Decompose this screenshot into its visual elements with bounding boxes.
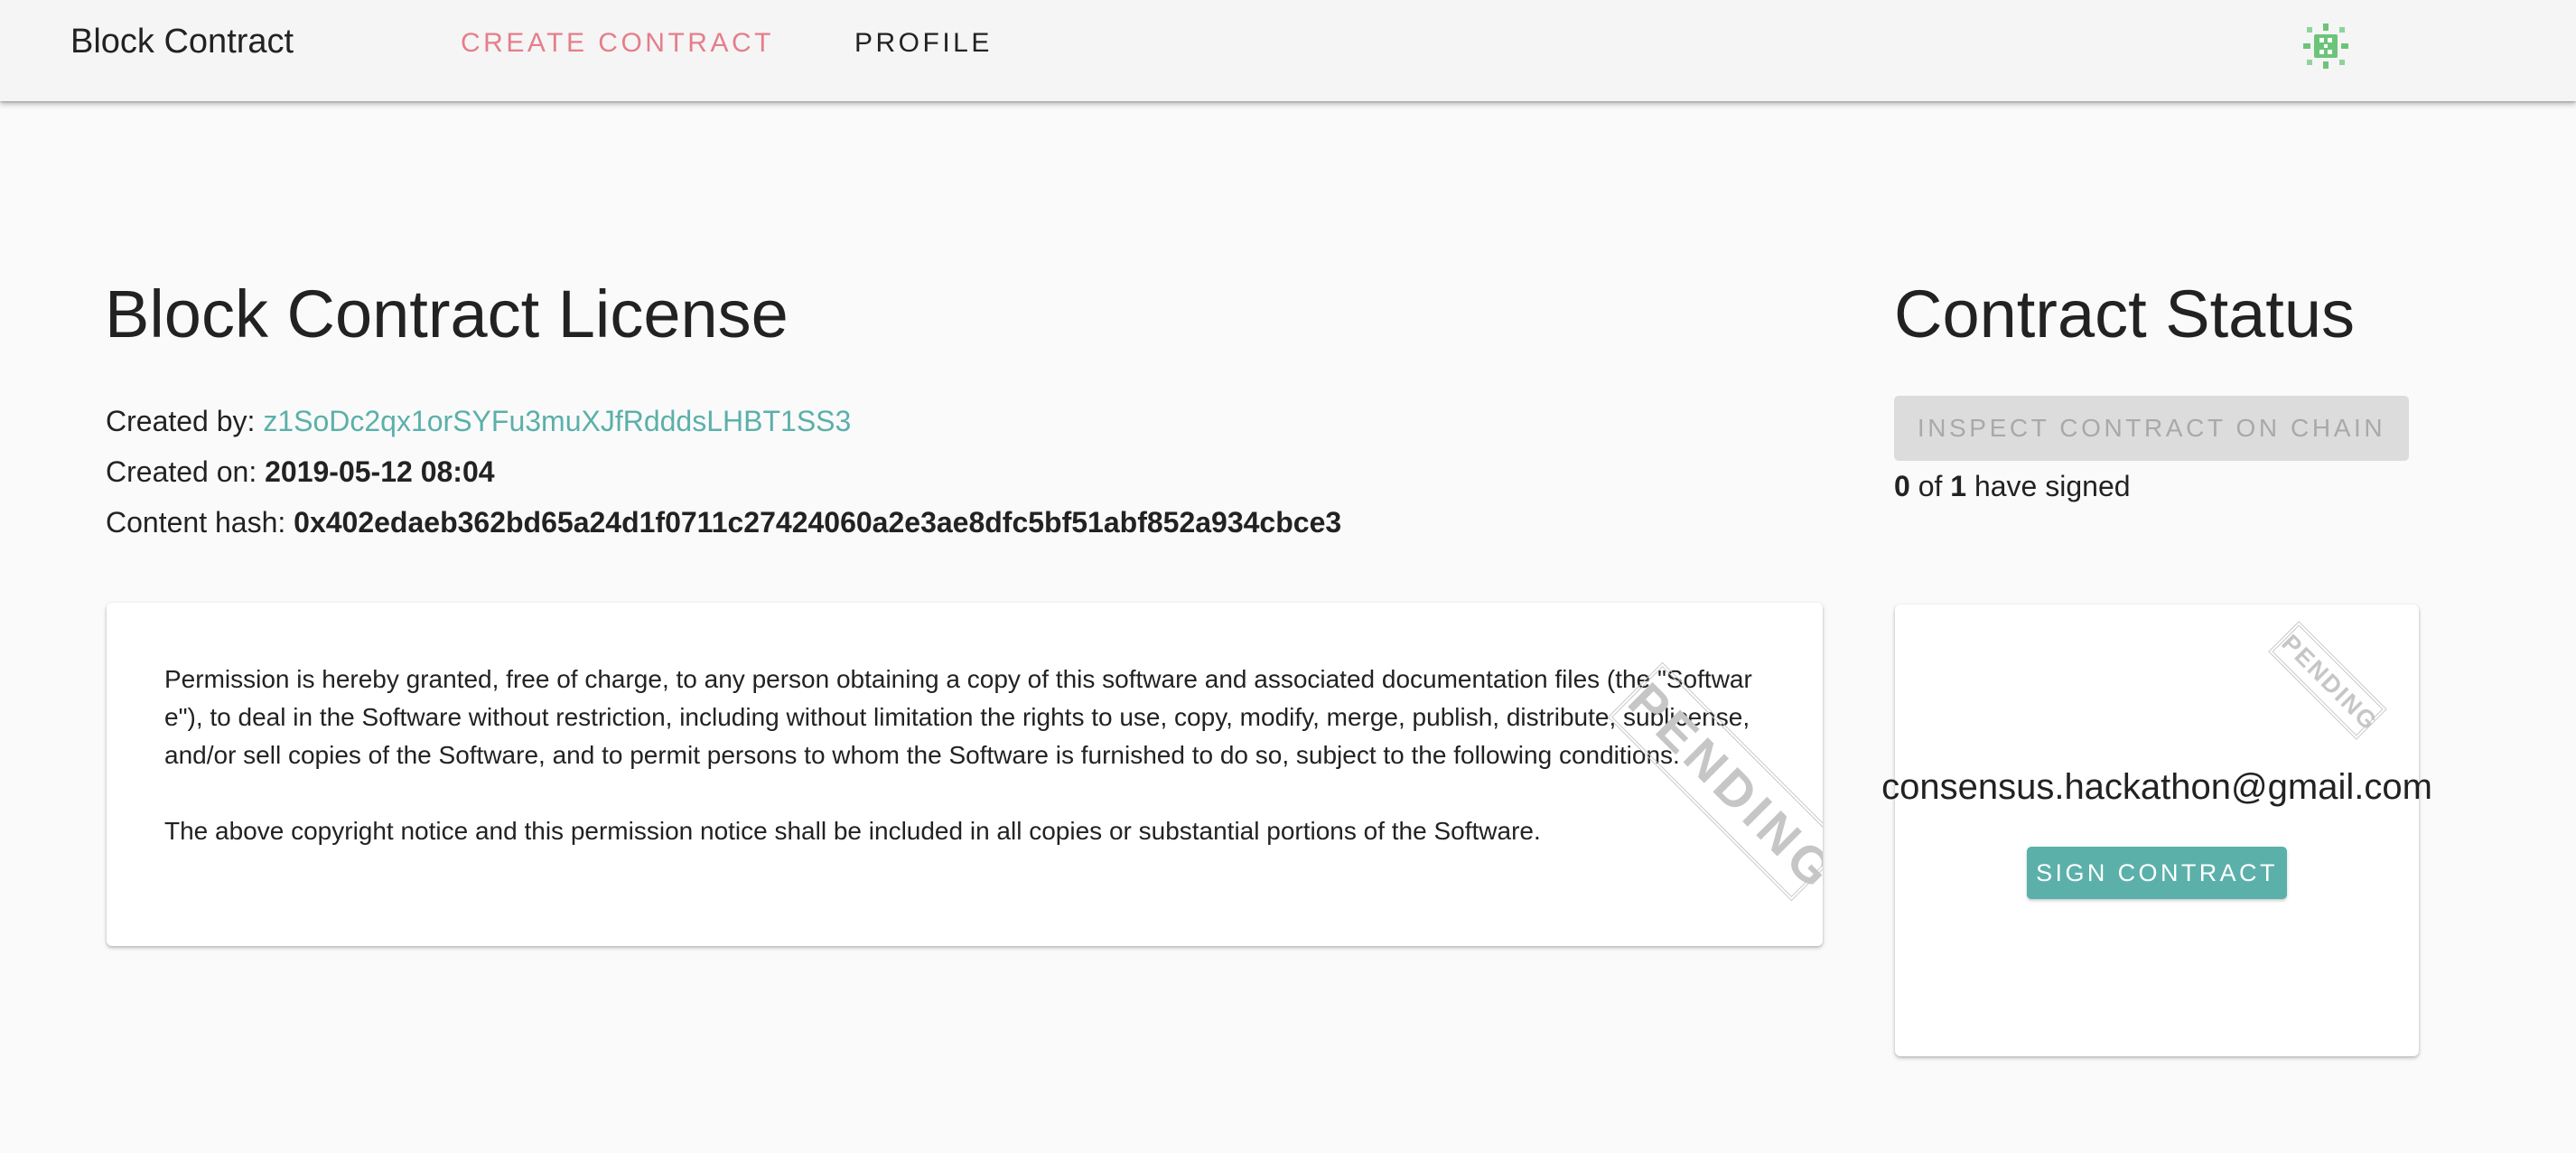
have-signed-label: have signed — [1974, 470, 2131, 502]
signer-card: PENDING consensus.hackathon@gmail.com SI… — [1881, 605, 2432, 1056]
app-bar: Block Contract CREATE CONTRACT PROFILE — [0, 0, 2576, 101]
created-on-value: 2019-05-12 08:04 — [265, 455, 495, 488]
contract-body-text: Permission is hereby granted, free of ch… — [164, 661, 1765, 850]
creator-address-link[interactable]: z1SoDc2qx1orSYFu3muXJfRdddsLHBT1SS3 — [263, 405, 851, 437]
signer-pending-stamp: PENDING — [2268, 621, 2387, 740]
signature-count: 0 of 1 have signed — [1894, 468, 2131, 504]
identicon-avatar-icon[interactable] — [2298, 18, 2354, 74]
nav-profile[interactable]: PROFILE — [854, 27, 993, 60]
total-count: 1 — [1950, 470, 1967, 502]
nav-create-contract[interactable]: CREATE CONTRACT — [461, 27, 774, 60]
content-hash-label: Content hash: — [106, 506, 286, 539]
of-label: of — [1918, 470, 1943, 502]
sign-contract-button[interactable]: SIGN CONTRACT — [2027, 847, 2287, 899]
created-by-label: Created by: — [106, 405, 256, 437]
contract-paragraph: The above copyright notice and this perm… — [164, 817, 1541, 845]
created-on-label: Created on: — [106, 455, 257, 488]
signed-count: 0 — [1894, 470, 1910, 502]
content-hash-line: Content hash: 0x402edaeb362bd65a24d1f071… — [106, 504, 1341, 540]
contract-body-card: Permission is hereby granted, free of ch… — [107, 603, 1823, 946]
status-title: Contract Status — [1894, 277, 2356, 352]
created-by-line: Created by: z1SoDc2qx1orSYFu3muXJfRdddsL… — [106, 403, 851, 439]
contract-paragraph: Permission is hereby granted, free of ch… — [164, 665, 1752, 769]
content-hash-value: 0x402edaeb362bd65a24d1f0711c27424060a2e3… — [294, 506, 1342, 539]
created-on-line: Created on: 2019-05-12 08:04 — [106, 454, 495, 490]
app-title[interactable]: Block Contract — [70, 20, 294, 63]
contract-title: Block Contract License — [105, 277, 789, 352]
inspect-contract-button[interactable]: INSPECT CONTRACT ON CHAIN — [1894, 396, 2409, 461]
signer-email: consensus.hackathon@gmail.com — [1881, 767, 2432, 807]
